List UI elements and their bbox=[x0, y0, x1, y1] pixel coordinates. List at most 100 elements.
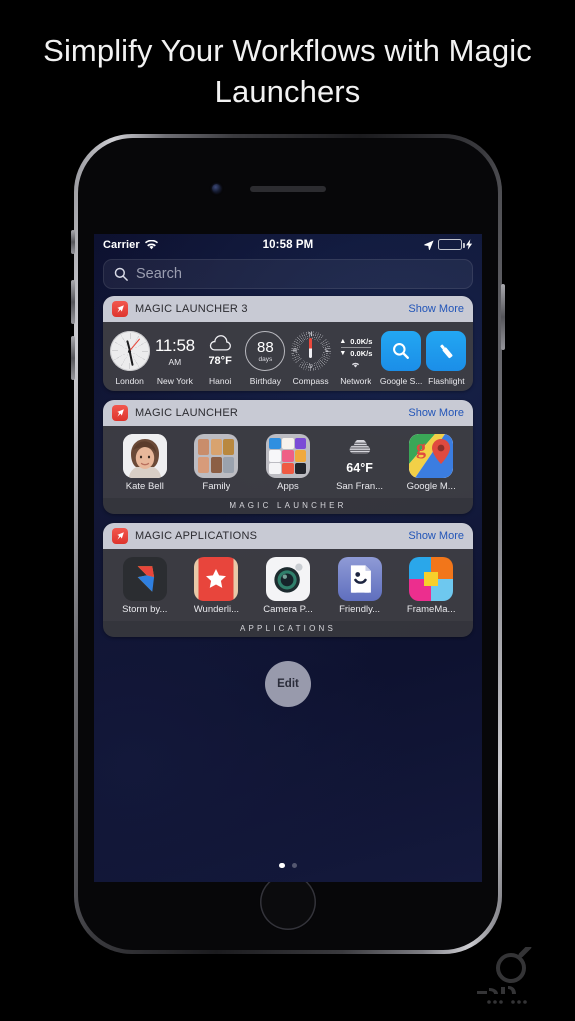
widget-item-kate-bell[interactable]: Kate Bell bbox=[112, 434, 178, 492]
widget-title: MAGIC LAUNCHER 3 bbox=[135, 303, 248, 315]
widget-footer-label: APPLICATIONS bbox=[103, 621, 473, 637]
front-camera-icon bbox=[212, 184, 221, 193]
widget-magic-launcher-3: MAGIC LAUNCHER 3 Show More London 11:58 … bbox=[103, 296, 473, 391]
item-label: Wunderli... bbox=[193, 604, 239, 615]
item-time: 11:58 bbox=[154, 335, 195, 355]
item-ampm: AM bbox=[168, 356, 182, 367]
widget-item-storm[interactable]: Storm by... bbox=[112, 557, 178, 615]
widget-header: MAGIC LAUNCHER 3 Show More bbox=[103, 296, 473, 322]
item-label: Flashlight bbox=[428, 376, 465, 386]
item-label: San Fran... bbox=[336, 481, 384, 492]
widget-item-birthday[interactable]: 88 days Birthday bbox=[243, 329, 288, 386]
widget-header: MAGIC APPLICATIONS Show More bbox=[103, 523, 473, 549]
status-bar: Carrier 10:58 PM bbox=[94, 234, 482, 255]
widget-item-new-york[interactable]: 11:58 AM New York bbox=[152, 329, 197, 387]
wifi-icon bbox=[144, 239, 158, 249]
search-placeholder: Search bbox=[136, 266, 182, 282]
battery-icon bbox=[438, 239, 465, 250]
location-arrow-icon bbox=[424, 240, 434, 250]
contact-photo-icon bbox=[122, 434, 167, 478]
camera-plus-app-icon bbox=[265, 557, 310, 601]
item-label: Kate Bell bbox=[125, 481, 164, 492]
digital-time-icon: 11:58 AM bbox=[155, 329, 195, 373]
compass-icon: NS WE bbox=[290, 331, 331, 371]
widget-item-google-search[interactable]: Google S... bbox=[379, 329, 424, 386]
item-label: Compass bbox=[292, 376, 329, 386]
wunderlist-app-icon bbox=[194, 557, 239, 601]
search-input[interactable]: Search bbox=[103, 259, 473, 289]
widget-item-family[interactable]: Family bbox=[183, 434, 249, 492]
widget-item-framemagic[interactable]: FrameMa... bbox=[398, 557, 464, 615]
page-dot-2[interactable] bbox=[291, 862, 297, 868]
widget-item-wunderlist[interactable]: Wunderli... bbox=[183, 557, 249, 615]
show-more-button[interactable]: Show More bbox=[408, 407, 464, 419]
magic-launcher-logo-icon bbox=[112, 528, 128, 544]
item-label: Google S... bbox=[379, 376, 423, 386]
apps-folder-icon bbox=[265, 434, 310, 478]
item-temperature: 78°F bbox=[208, 355, 232, 367]
sadeq-arabic-logo-icon bbox=[477, 947, 532, 1004]
widget-footer-label: MAGIC LAUNCHER bbox=[103, 498, 473, 514]
home-button[interactable] bbox=[260, 874, 316, 930]
countdown-ring-icon: 88 days bbox=[245, 329, 286, 373]
widget-title: MAGIC APPLICATIONS bbox=[135, 530, 258, 542]
widget-item-google-maps[interactable]: g Google M... bbox=[398, 434, 464, 492]
framemagic-app-icon bbox=[409, 557, 454, 601]
contacts-folder-icon bbox=[194, 434, 239, 478]
edit-button-container: Edit bbox=[94, 661, 482, 707]
google-maps-icon: g bbox=[409, 434, 454, 478]
item-label: Birthday bbox=[249, 376, 281, 386]
phone-body: Carrier 10:58 PM Search MAGIC LAUNCHER 3… bbox=[78, 138, 498, 950]
network-up-speed: 0.0K/s bbox=[350, 337, 373, 347]
widget-item-london[interactable]: London bbox=[107, 329, 152, 386]
analog-clock-icon bbox=[109, 329, 150, 373]
volume-up-button[interactable] bbox=[71, 280, 75, 324]
mute-switch[interactable] bbox=[71, 230, 75, 254]
widget-magic-launcher: MAGIC LAUNCHER Show More Kate Bell Famil… bbox=[103, 400, 473, 514]
item-label: Camera P... bbox=[263, 604, 313, 615]
wifi-icon bbox=[352, 362, 360, 368]
widget-item-hanoi[interactable]: 78°F Hanoi bbox=[198, 329, 243, 386]
item-days-count: 88 bbox=[257, 338, 274, 356]
edit-button[interactable]: Edit bbox=[265, 661, 311, 707]
item-temperature: 64°F bbox=[346, 460, 373, 475]
lightning-bolt-icon bbox=[466, 239, 473, 250]
item-label: Hanoi bbox=[209, 376, 232, 386]
item-days-unit: days bbox=[258, 355, 273, 363]
carrier-label: Carrier bbox=[103, 238, 140, 251]
item-label: Friendly... bbox=[339, 604, 381, 615]
widget-magic-applications: MAGIC APPLICATIONS Show More Storm by...… bbox=[103, 523, 473, 637]
friendly-app-icon bbox=[337, 557, 382, 601]
iphone-device-frame: Carrier 10:58 PM Search MAGIC LAUNCHER 3… bbox=[71, 134, 505, 954]
search-container: Search bbox=[94, 255, 482, 296]
cloud-weather-icon: 64°F bbox=[346, 434, 373, 478]
item-label: New York bbox=[156, 376, 193, 386]
google-search-icon bbox=[381, 329, 422, 373]
widget-item-flashlight[interactable]: Flashlight bbox=[424, 329, 469, 386]
item-label: Google M... bbox=[406, 481, 456, 492]
widget-body: London 11:58 AM New York 78°F Hanoi 88 d… bbox=[103, 322, 473, 391]
phone-screen: Carrier 10:58 PM Search MAGIC LAUNCHER 3… bbox=[94, 234, 482, 882]
svg-text:g: g bbox=[416, 437, 426, 459]
widget-item-san-francisco[interactable]: 64°F San Fran... bbox=[327, 434, 393, 492]
status-bar-right bbox=[424, 239, 473, 250]
widget-item-compass[interactable]: NS WE Compass bbox=[288, 329, 333, 386]
power-button[interactable] bbox=[501, 284, 505, 350]
widget-title: MAGIC LAUNCHER bbox=[135, 407, 239, 419]
widget-item-network[interactable]: ▲ 0.0K/s ▼ 0.0K/s Network bbox=[333, 329, 378, 386]
item-label: FrameMa... bbox=[406, 604, 456, 615]
show-more-button[interactable]: Show More bbox=[408, 303, 464, 315]
widget-item-camera-plus[interactable]: Camera P... bbox=[255, 557, 321, 615]
widget-item-friendly[interactable]: Friendly... bbox=[327, 557, 393, 615]
page-dot-1[interactable] bbox=[279, 862, 285, 868]
flashlight-icon bbox=[426, 329, 467, 373]
cloud-weather-icon: 78°F bbox=[208, 329, 232, 373]
item-label: London bbox=[115, 376, 144, 386]
widget-item-apps[interactable]: Apps bbox=[255, 434, 321, 492]
volume-down-button[interactable] bbox=[71, 336, 75, 380]
network-down-speed: 0.0K/s bbox=[350, 348, 373, 358]
show-more-button[interactable]: Show More bbox=[408, 530, 464, 542]
earpiece-speaker bbox=[250, 186, 326, 192]
page-indicator bbox=[94, 862, 482, 868]
item-label: Apps bbox=[277, 481, 299, 492]
